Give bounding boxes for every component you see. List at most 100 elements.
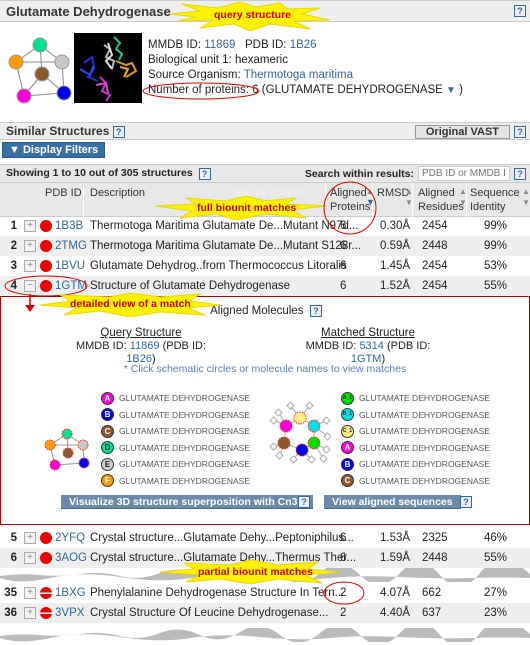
expand-toggle[interactable]: + <box>24 260 36 272</box>
chain-badge-icon[interactable]: C <box>101 424 114 438</box>
column-header-sequence-identity[interactable]: Sequence Identity <box>470 186 520 214</box>
node-circle <box>34 66 50 82</box>
molecule-item[interactable]: B GLUTAMATE DEHYDROGENASE <box>341 456 490 473</box>
molecule-item[interactable]: C_1 GLUTAMATE DEHYDROGENASE <box>341 423 490 440</box>
molecule-item[interactable]: A GLUTAMATE DEHYDROGENASE <box>341 440 490 457</box>
view-aligned-sequences-button[interactable]: View aligned sequences <box>324 495 461 509</box>
chain-badge-icon[interactable]: E <box>101 457 114 471</box>
query-schematic[interactable] <box>8 36 72 106</box>
molecule-item[interactable]: B_1 GLUTAMATE DEHYDROGENASE <box>341 407 490 424</box>
table-row[interactable]: 2 + 2TMG Thermotoga Maritima Glutamate D… <box>0 236 530 256</box>
row-rank: 2 <box>10 240 17 252</box>
molecule-item[interactable]: D GLUTAMATE DEHYDROGENASE <box>101 440 250 457</box>
highlight-ellipse <box>142 82 260 100</box>
expand-toggle[interactable]: + <box>24 552 36 564</box>
search-input[interactable] <box>418 166 510 181</box>
sort-arrows-icon[interactable]: ▲ ▼ <box>522 186 530 208</box>
molecule-item[interactable]: F GLUTAMATE DEHYDROGENASE <box>101 473 250 490</box>
pdb-id-link[interactable]: 2YFQ <box>55 528 85 548</box>
highlight-ellipse <box>323 581 365 605</box>
molecule-name[interactable]: GLUTAMATE DEHYDROGENASE <box>119 473 250 490</box>
pdb-id-link[interactable]: 3VPX <box>55 603 84 623</box>
sequence-identity: 55% <box>484 280 508 292</box>
pdb-label: (PDB ID: <box>386 340 431 352</box>
column-header-aligned-residues[interactable]: Aligned Residues <box>418 186 464 214</box>
expand-toggle[interactable]: + <box>24 607 36 619</box>
query-molecule-schematic[interactable] <box>44 428 90 472</box>
help-icon[interactable]: ? <box>309 305 322 317</box>
column-header-description[interactable]: Description <box>90 186 145 200</box>
help-icon[interactable]: ? <box>460 496 472 508</box>
chain-badge-icon[interactable]: B_1 <box>341 408 354 422</box>
help-icon[interactable]: ? <box>198 167 211 180</box>
sort-arrows-icon[interactable]: ▲ ▼ <box>459 186 467 208</box>
matched-mmdb-link[interactable]: 5314 <box>359 340 383 352</box>
molecule-item[interactable]: C GLUTAMATE DEHYDROGENASE <box>341 473 490 490</box>
chain-badge-icon[interactable]: C_1 <box>341 424 354 438</box>
node-circle <box>56 85 72 101</box>
molecule-name[interactable]: GLUTAMATE DEHYDROGENASE <box>359 390 490 407</box>
help-icon[interactable]: ? <box>112 125 125 138</box>
organism-link[interactable]: Thermotoga maritima <box>244 69 353 81</box>
expand-toggle[interactable]: + <box>24 240 36 252</box>
chain-badge-icon[interactable]: B <box>341 457 354 471</box>
help-icon[interactable]: ? <box>514 5 526 17</box>
query-mmdb-link[interactable]: 11869 <box>204 39 235 51</box>
chain-badge-icon[interactable]: C <box>341 474 354 488</box>
table-row[interactable]: 5 + 2YFQ Crystal structure...Glutamate D… <box>0 528 530 548</box>
molecule-name[interactable]: GLUTAMATE DEHYDROGENASE <box>119 423 250 440</box>
pdb-id-link[interactable]: 1BVU <box>55 256 85 276</box>
query-mmdb-link[interactable]: 11869 <box>130 340 160 352</box>
molecule-item[interactable]: C GLUTAMATE DEHYDROGENASE <box>101 423 250 440</box>
pdb-id-link[interactable]: 1B3B <box>55 216 83 236</box>
pdb-id-link[interactable]: 2TMG <box>55 236 87 256</box>
chain-badge-icon[interactable]: A_1 <box>341 391 354 405</box>
help-icon[interactable]: ? <box>298 496 310 508</box>
chain-badge-icon[interactable]: D <box>101 441 114 455</box>
table-row[interactable]: 3 + 1BVU Glutamate Dehydrog..from Thermo… <box>0 256 530 276</box>
sequence-identity: 27% <box>484 587 508 599</box>
molecule-name[interactable]: GLUTAMATE DEHYDROGENASE <box>359 440 490 457</box>
query-pdb-link[interactable]: 1B26 <box>290 39 317 51</box>
expand-toggle[interactable]: + <box>24 220 36 232</box>
molecule-name[interactable]: GLUTAMATE DEHYDROGENASE <box>119 440 250 457</box>
node-circle <box>8 54 24 70</box>
molecule-name[interactable]: GLUTAMATE DEHYDROGENASE <box>119 407 250 424</box>
table-row[interactable]: 1 + 1B3B Thermotoga Maritima Glutamate D… <box>0 216 530 236</box>
chain-badge-icon[interactable]: A <box>341 441 354 455</box>
sort-arrows-icon[interactable]: ▲ ▼ <box>405 186 413 208</box>
proteins-dropdown-icon[interactable]: ▼ <box>446 85 456 96</box>
table-row[interactable]: 36 + 3VPX Crystal Structure Of Leucine D… <box>0 603 530 623</box>
display-filters-button[interactable]: ▼ Display Filters <box>2 142 106 158</box>
aligned-proteins: 6 <box>340 280 347 292</box>
pdb-id-link[interactable]: 1BXG <box>55 583 86 603</box>
chain-badge-icon[interactable]: F <box>101 474 114 488</box>
molecule-name[interactable]: GLUTAMATE DEHYDROGENASE <box>359 473 490 490</box>
visualize-cn3d-button[interactable]: Visualize 3D structure superposition wit… <box>61 495 314 509</box>
original-vast-button[interactable]: Original VAST <box>414 125 510 139</box>
help-icon[interactable]: ? <box>514 167 526 180</box>
molecule-item[interactable]: A_1 GLUTAMATE DEHYDROGENASE <box>341 390 490 407</box>
structure-3d-thumbnail[interactable] <box>74 33 142 103</box>
molecule-item[interactable]: B GLUTAMATE DEHYDROGENASE <box>101 407 250 424</box>
pdb-id-link[interactable]: 3AOG <box>55 548 87 568</box>
row-description: Crystal Structure Of Leucine Dehydrogena… <box>90 607 329 619</box>
molecule-item[interactable]: A GLUTAMATE DEHYDROGENASE <box>101 390 250 407</box>
expand-toggle[interactable]: + <box>24 532 36 544</box>
aligned-residues: 637 <box>422 607 442 619</box>
molecule-name[interactable]: GLUTAMATE DEHYDROGENASE <box>119 456 250 473</box>
molecule-name[interactable]: GLUTAMATE DEHYDROGENASE <box>359 456 490 473</box>
chain-badge-icon[interactable]: A <box>101 391 114 405</box>
molecule-name[interactable]: GLUTAMATE DEHYDROGENASE <box>359 423 490 440</box>
help-icon[interactable]: ? <box>514 125 526 138</box>
search-label: Search within results: <box>304 167 414 180</box>
molecule-name[interactable]: GLUTAMATE DEHYDROGENASE <box>119 390 250 407</box>
column-header-pdb-id[interactable]: PDB ID <box>45 186 82 200</box>
matched-molecule-schematic[interactable] <box>269 399 331 465</box>
molecule-item[interactable]: E GLUTAMATE DEHYDROGENASE <box>101 456 250 473</box>
chain-badge-icon[interactable]: B <box>101 408 114 422</box>
expand-toggle[interactable]: + <box>24 587 36 599</box>
row-rank: 1 <box>10 220 17 232</box>
molecule-name[interactable]: GLUTAMATE DEHYDROGENASE <box>359 407 490 424</box>
table-row[interactable]: 35 + 1BXG Phenylalanine Dehydrogenase St… <box>0 583 530 603</box>
